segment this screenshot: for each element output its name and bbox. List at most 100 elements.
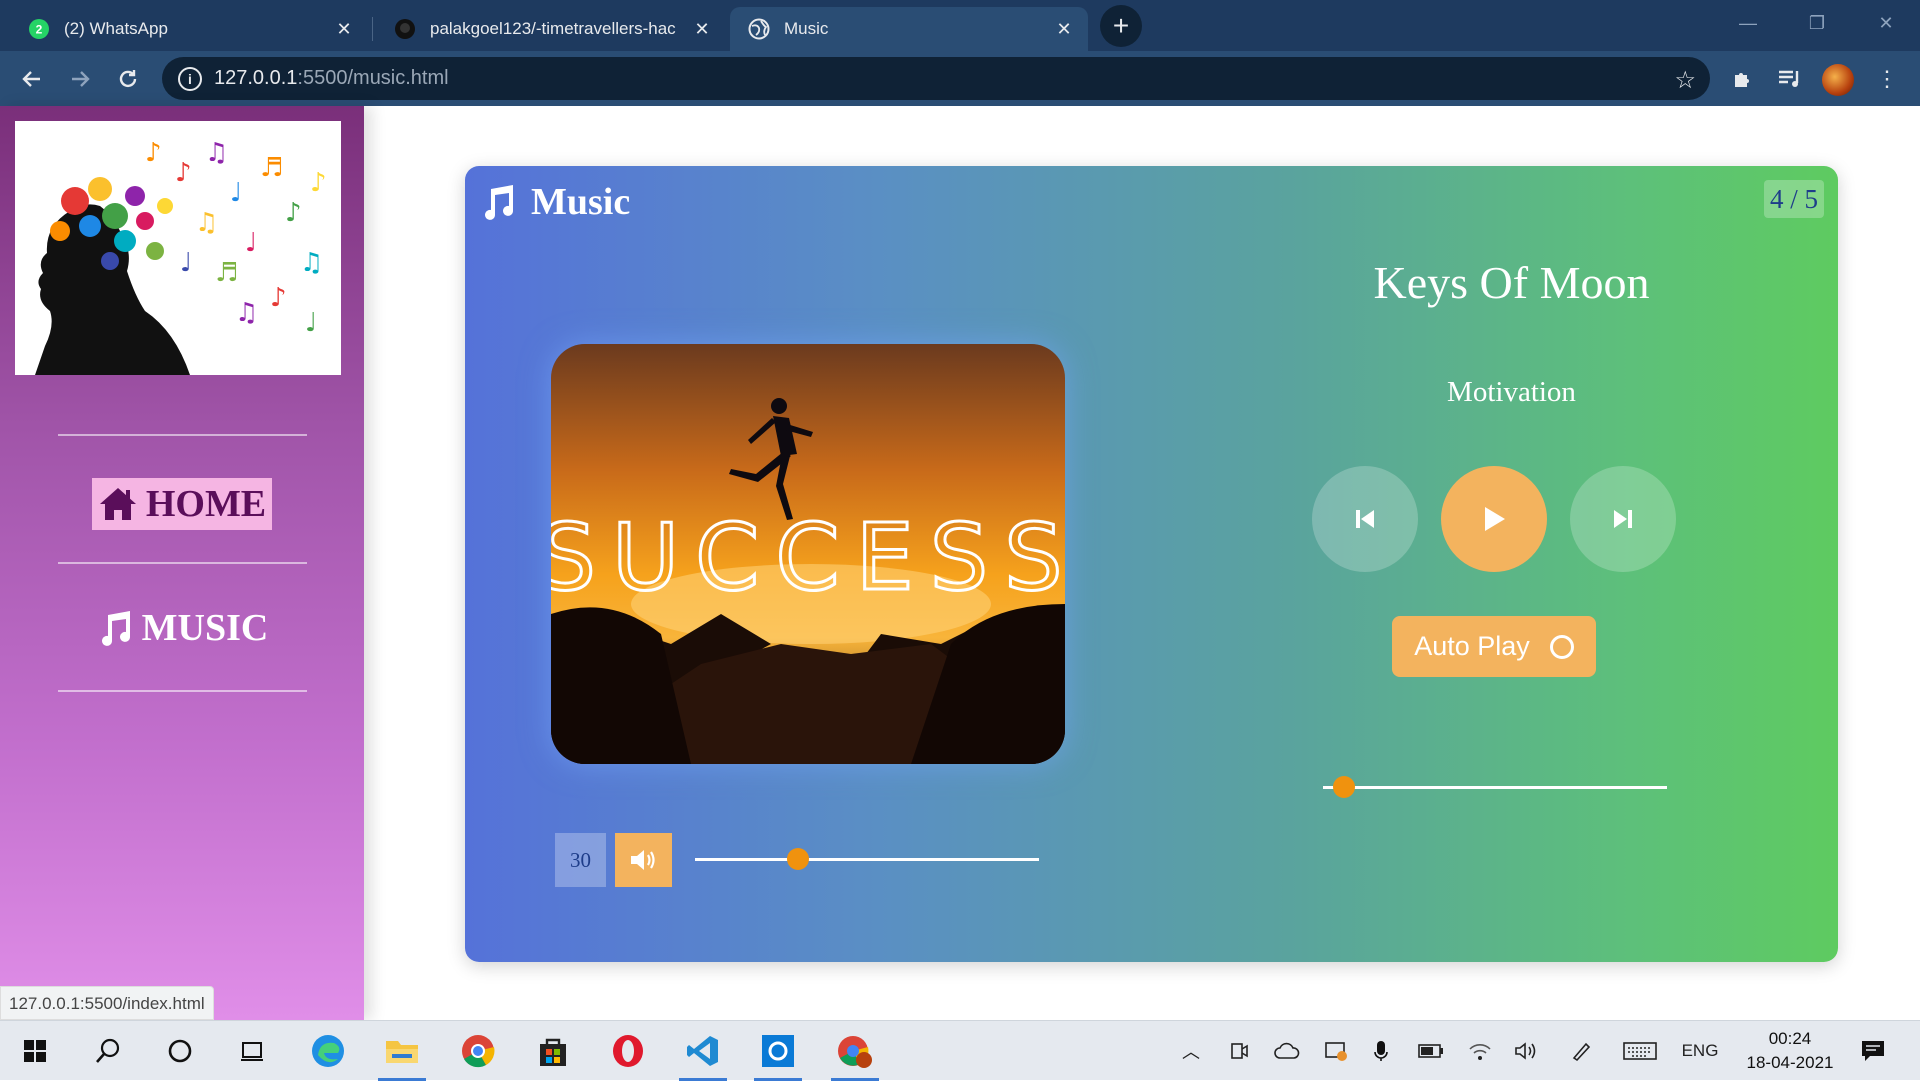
windows-start-icon[interactable] [5, 1021, 65, 1081]
svg-text:♪: ♪ [270, 283, 287, 313]
skip-back-icon [1356, 510, 1374, 528]
tab-music[interactable]: Music ✕ [730, 7, 1088, 51]
close-icon[interactable]: ✕ [332, 17, 356, 41]
progress-slider-thumb[interactable] [1332, 776, 1355, 798]
music-note-icon [485, 185, 513, 220]
status-bar-url: 127.0.0.1:5500/index.html [0, 986, 214, 1020]
tab-whatsapp[interactable]: 2 (2) WhatsApp ✕ [10, 7, 368, 51]
menu-kebab-icon[interactable]: ⋮ [1872, 64, 1902, 94]
nav-music-label: MUSIC [141, 607, 269, 649]
track-counter: 4 / 5 [1764, 180, 1824, 218]
notifications-icon[interactable] [1855, 1039, 1891, 1063]
cortana-app-icon[interactable] [748, 1021, 808, 1081]
cover-text: SUCCESS [551, 504, 1065, 611]
music-player-card: Music 4 / 5 SUCCESS Keys Of Moon Motivat… [465, 166, 1838, 962]
profile-avatar[interactable] [1822, 64, 1854, 96]
extensions-puzzle-icon[interactable] [1728, 64, 1758, 94]
play-icon [1485, 507, 1505, 531]
chrome-icon[interactable] [448, 1021, 508, 1081]
svg-text:♩: ♩ [180, 248, 192, 278]
info-icon[interactable]: i [178, 66, 202, 91]
minimize-icon[interactable]: — [1728, 8, 1768, 38]
progress-slider-track[interactable] [1323, 786, 1667, 789]
sidebar: ♪ ♫ ♩ ♬ ♪ ♫ ♩ ♫ ♬ ♪ ♩ ♪ ♫ ♪ ♩ HOME MUSIC… [0, 106, 364, 1020]
search-icon[interactable] [78, 1021, 138, 1081]
language-indicator[interactable]: ENG [1682, 1039, 1719, 1063]
close-icon[interactable]: ✕ [1052, 17, 1076, 41]
sidebar-divider [58, 562, 307, 564]
tab-title: Music [784, 19, 829, 38]
battery-icon[interactable] [1416, 1039, 1446, 1063]
svg-text:♪: ♪ [145, 138, 162, 168]
player-brand-label: Music [531, 181, 631, 223]
system-clock[interactable]: 00:24 18-04-2021 [1730, 1027, 1850, 1075]
sidebar-divider [58, 434, 307, 436]
autoplay-label: Auto Play [1414, 631, 1530, 661]
show-hidden-icons-chevron[interactable]: ︿ [1178, 1039, 1204, 1063]
microphone-icon[interactable] [1370, 1039, 1392, 1063]
home-icon [99, 488, 136, 520]
svg-text:♪: ♪ [310, 168, 327, 198]
microsoft-store-icon[interactable] [523, 1021, 583, 1081]
media-queue-icon[interactable] [1775, 64, 1805, 94]
svg-text:♫: ♫ [300, 248, 323, 278]
opera-icon[interactable] [598, 1021, 658, 1081]
nav-home-link[interactable]: HOME [0, 478, 364, 530]
volume-slider-track[interactable] [695, 858, 1039, 861]
svg-text:♫: ♫ [195, 208, 218, 238]
logo-image: ♪ ♫ ♩ ♬ ♪ ♫ ♩ ♫ ♬ ♪ ♩ ♪ ♫ ♪ ♩ [15, 121, 341, 375]
cortana-icon[interactable] [150, 1021, 210, 1081]
tab-github[interactable]: palakgoel123/-timetravellers-hac ✕ [376, 7, 726, 51]
song-title: Keys Of Moon [1373, 257, 1650, 308]
song-artist: Motivation [1447, 376, 1576, 408]
bookmark-star-icon[interactable]: ☆ [1674, 66, 1696, 95]
pen-ink-icon[interactable] [1568, 1039, 1594, 1063]
new-tab-button[interactable]: + [1100, 5, 1142, 47]
restore-icon[interactable]: ❐ [1797, 8, 1837, 38]
next-track-button[interactable] [1570, 466, 1676, 572]
task-view-icon[interactable] [222, 1021, 282, 1081]
windows-taskbar: ︿ ENG 00:24 18-04-2021 [0, 1020, 1920, 1081]
sidebar-divider [58, 690, 307, 692]
edge-browser-icon[interactable] [298, 1021, 358, 1081]
tab-divider [372, 17, 373, 41]
whatsapp-icon: 2 [28, 18, 50, 40]
autoplay-ring-icon [1549, 634, 1574, 659]
svg-text:♬: ♬ [215, 258, 238, 288]
reload-icon[interactable] [112, 63, 144, 95]
nav-home-label: HOME [145, 483, 267, 525]
tab-title: palakgoel123/-timetravellers-hac [430, 19, 676, 38]
volume-button[interactable] [615, 833, 672, 887]
github-icon [394, 18, 416, 40]
speaker-volume-icon[interactable] [1512, 1039, 1540, 1063]
tab-title: (2) WhatsApp [64, 19, 168, 38]
autoplay-button[interactable]: Auto Play [1392, 616, 1596, 677]
vscode-icon[interactable] [673, 1021, 733, 1081]
svg-text:♩: ♩ [245, 228, 257, 258]
clock-time: 00:24 [1768, 1029, 1812, 1048]
svg-text:♫: ♫ [235, 298, 258, 328]
meet-now-icon[interactable] [1226, 1039, 1252, 1063]
security-update-icon[interactable] [1322, 1039, 1350, 1063]
wifi-icon[interactable] [1466, 1039, 1494, 1063]
volume-icon [630, 850, 655, 870]
previous-track-button[interactable] [1312, 466, 1418, 572]
back-arrow-icon[interactable] [16, 63, 48, 95]
nav-music-link[interactable]: MUSIC [0, 606, 364, 650]
close-icon[interactable]: ✕ [690, 17, 714, 41]
touch-keyboard-icon[interactable] [1622, 1039, 1658, 1063]
page-content: ♪ ♫ ♩ ♬ ♪ ♫ ♩ ♫ ♬ ♪ ♩ ♪ ♫ ♪ ♩ HOME MUSIC… [0, 106, 1920, 1020]
address-bar[interactable]: i 127.0.0.1:5500/music.html ☆ [162, 57, 1710, 100]
close-window-icon[interactable]: ✕ [1866, 8, 1906, 38]
play-button[interactable] [1441, 466, 1547, 572]
forward-arrow-icon[interactable] [64, 63, 96, 95]
svg-text:♬: ♬ [260, 153, 283, 183]
player-brand: Music [479, 180, 630, 224]
chrome-profile-icon[interactable] [825, 1021, 885, 1081]
svg-text:♩: ♩ [230, 178, 242, 208]
file-explorer-icon[interactable] [372, 1021, 432, 1081]
onedrive-cloud-icon[interactable] [1272, 1039, 1302, 1063]
volume-slider-thumb[interactable] [787, 848, 810, 870]
url-host: 127.0.0.1 [214, 67, 298, 89]
svg-text:♪: ♪ [175, 158, 192, 188]
